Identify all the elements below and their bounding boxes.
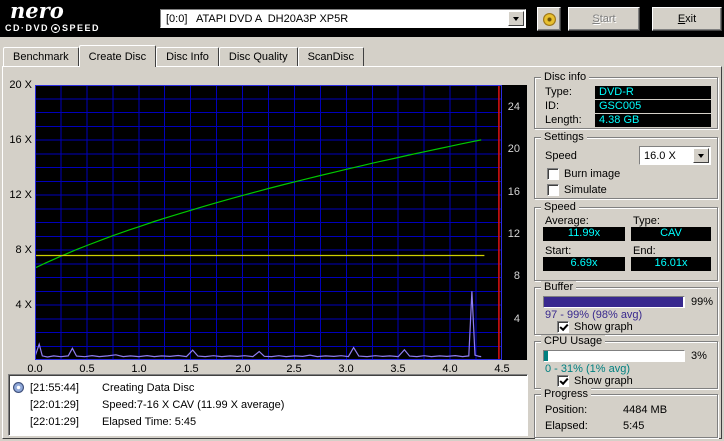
disc-id-label: ID:	[545, 100, 560, 112]
elapsed-value: 5:45	[623, 420, 645, 432]
buffer-progress-bar	[543, 296, 685, 308]
tab-bar: Benchmark Create Disc Disc Info Disc Qua…	[3, 45, 365, 67]
y-axis-tick-right: 16	[507, 186, 520, 198]
tab-scandisc[interactable]: ScanDisc	[297, 47, 365, 66]
start-value: 6.69x	[543, 257, 625, 271]
speed-select-value: 16.0 X	[644, 149, 676, 162]
speed-title: Speed	[541, 201, 579, 214]
cpu-usage-group: CPU Usage 3% 0 - 31% (1% avg) Show graph	[534, 335, 718, 389]
progress-title: Progress	[541, 388, 592, 401]
start-button-label: S	[592, 13, 600, 25]
speed-group: Speed Average: Type: 11.99x CAV Start: E…	[534, 201, 718, 281]
tab-benchmark[interactable]: Benchmark	[3, 47, 79, 66]
position-label: Position:	[545, 404, 588, 416]
burn-image-checkbox[interactable]	[547, 168, 559, 180]
log-entry-time: [22:01:29]	[30, 398, 79, 411]
speed-setting-label: Speed	[545, 150, 577, 162]
app-header: nero CD·DVD SPEED [0:0] ATAPI DVD A DH20…	[0, 0, 724, 37]
chevron-down-icon	[698, 153, 704, 158]
log-entry-time: [21:55:44]	[30, 381, 79, 394]
cpu-progress-bar	[543, 350, 685, 362]
progress-group: Progress Position: 4484 MB Elapsed: 5:45	[534, 388, 718, 438]
position-value: 4484 MB	[623, 404, 668, 416]
cpu-percent: 3%	[691, 350, 707, 362]
simulate-checkbox[interactable]	[547, 184, 559, 196]
disc-info-group: Disc info Type: ID: Length: DVD-R GSC005…	[534, 71, 718, 129]
product-logo-left: CD·DVD	[5, 23, 49, 33]
y-axis-tick-left: 12 X	[9, 189, 32, 201]
product-logo-right: SPEED	[62, 23, 101, 33]
status-log[interactable]: [21:55:44] Creating Data Disc [22:01:29]…	[8, 374, 528, 436]
start-button[interactable]: Start	[568, 7, 640, 31]
log-entry-text: Speed:7-16 X CAV (11.99 X average)	[102, 398, 285, 411]
exit-button[interactable]: Exit	[652, 7, 722, 31]
y-axis-tick-right: 24	[507, 101, 520, 113]
chart-canvas	[35, 85, 502, 360]
end-value: 16.01x	[631, 257, 711, 271]
disc-id-value: GSC005	[595, 100, 711, 113]
settings-title: Settings	[541, 131, 587, 144]
nero-logo-text: nero	[10, 0, 64, 23]
simulate-label: Simulate	[564, 184, 607, 196]
burn-image-checkbox-row[interactable]: Burn image	[547, 168, 620, 180]
exit-button-label: E	[677, 13, 686, 25]
log-entry: [21:55:44] Creating Data Disc	[13, 379, 523, 396]
log-entry-text: Elapsed Time: 5:45	[102, 415, 197, 428]
burn-image-label: Burn image	[564, 168, 621, 180]
drive-select[interactable]: [0:0] ATAPI DVD A DH20A3P XP5R	[160, 9, 526, 28]
buffer-title: Buffer	[541, 281, 577, 294]
speed-select-dropdown-button[interactable]	[693, 148, 709, 163]
log-entry-text: Creating Data Disc	[102, 381, 195, 394]
y-axis-tick-left: 16 X	[9, 134, 32, 146]
exit-button-label-rest: xit	[685, 13, 697, 25]
y-axis-tick-left: 4 X	[15, 299, 32, 311]
log-entry-time: [22:01:29]	[30, 415, 79, 428]
chart-plot: 24 20 16 12 8 4	[35, 85, 527, 360]
y-axis-tick-right: 8	[513, 270, 520, 282]
cpu-bar-fill	[544, 351, 549, 361]
chevron-down-icon	[513, 16, 519, 21]
log-entry: [22:01:29] Elapsed Time: 5:45	[13, 413, 523, 430]
disc-logo-icon	[51, 23, 60, 33]
start-button-label-rest: tart	[599, 13, 616, 25]
log-entry: [22:01:29] Speed:7-16 X CAV (11.99 X ave…	[13, 396, 523, 413]
speed-select[interactable]: 16.0 X	[639, 146, 711, 165]
y-axis-tick-right: 4	[513, 313, 520, 325]
y-axis-tick-right: 20	[507, 143, 520, 155]
tab-disc-quality[interactable]: Disc Quality	[218, 47, 298, 66]
cpu-title: CPU Usage	[541, 335, 606, 348]
disc-type-value: DVD-R	[595, 86, 711, 99]
average-value: 11.99x	[543, 227, 625, 241]
buffer-bar-fill	[544, 297, 683, 307]
buffer-percent: 99%	[691, 296, 714, 308]
settings-group: Settings Speed 16.0 X Burn image Simulat…	[534, 131, 718, 199]
buffer-show-graph-label: Show graph	[574, 321, 633, 333]
buffer-show-graph-row[interactable]: Show graph	[557, 321, 633, 333]
y-axis-tick-left: 20 X	[9, 79, 32, 91]
product-logo-text: CD·DVD SPEED	[5, 23, 100, 33]
simulate-checkbox-row[interactable]: Simulate	[547, 184, 607, 196]
cpu-show-graph-row[interactable]: Show graph	[557, 375, 633, 387]
disc-type-label: Type:	[545, 86, 572, 98]
type-value: CAV	[631, 227, 711, 241]
y-axis-tick-right: 12	[507, 228, 520, 240]
drive-select-value: [0:0] ATAPI DVD A DH20A3P XP5R	[166, 12, 349, 25]
disc-info-title: Disc info	[541, 71, 590, 84]
disc-length-value: 4.38 GB	[595, 114, 711, 127]
drive-select-dropdown-button[interactable]	[508, 11, 524, 26]
tab-disc-info[interactable]: Disc Info	[156, 47, 219, 66]
buffer-group: Buffer 99% 97 - 99% (98% avg) Show graph	[534, 281, 718, 335]
buffer-show-graph-checkbox[interactable]	[557, 321, 569, 333]
tab-create-disc[interactable]: Create Disc	[78, 45, 157, 67]
cpu-show-graph-label: Show graph	[574, 375, 633, 387]
y-axis-tick-left: 8 X	[15, 244, 32, 256]
disc-length-label: Length:	[545, 114, 582, 126]
log-entry-disc-icon	[13, 382, 24, 393]
eject-button[interactable]	[537, 7, 561, 31]
elapsed-label: Elapsed:	[545, 420, 588, 432]
cpu-show-graph-checkbox[interactable]	[557, 375, 569, 387]
disc-icon	[542, 12, 556, 26]
